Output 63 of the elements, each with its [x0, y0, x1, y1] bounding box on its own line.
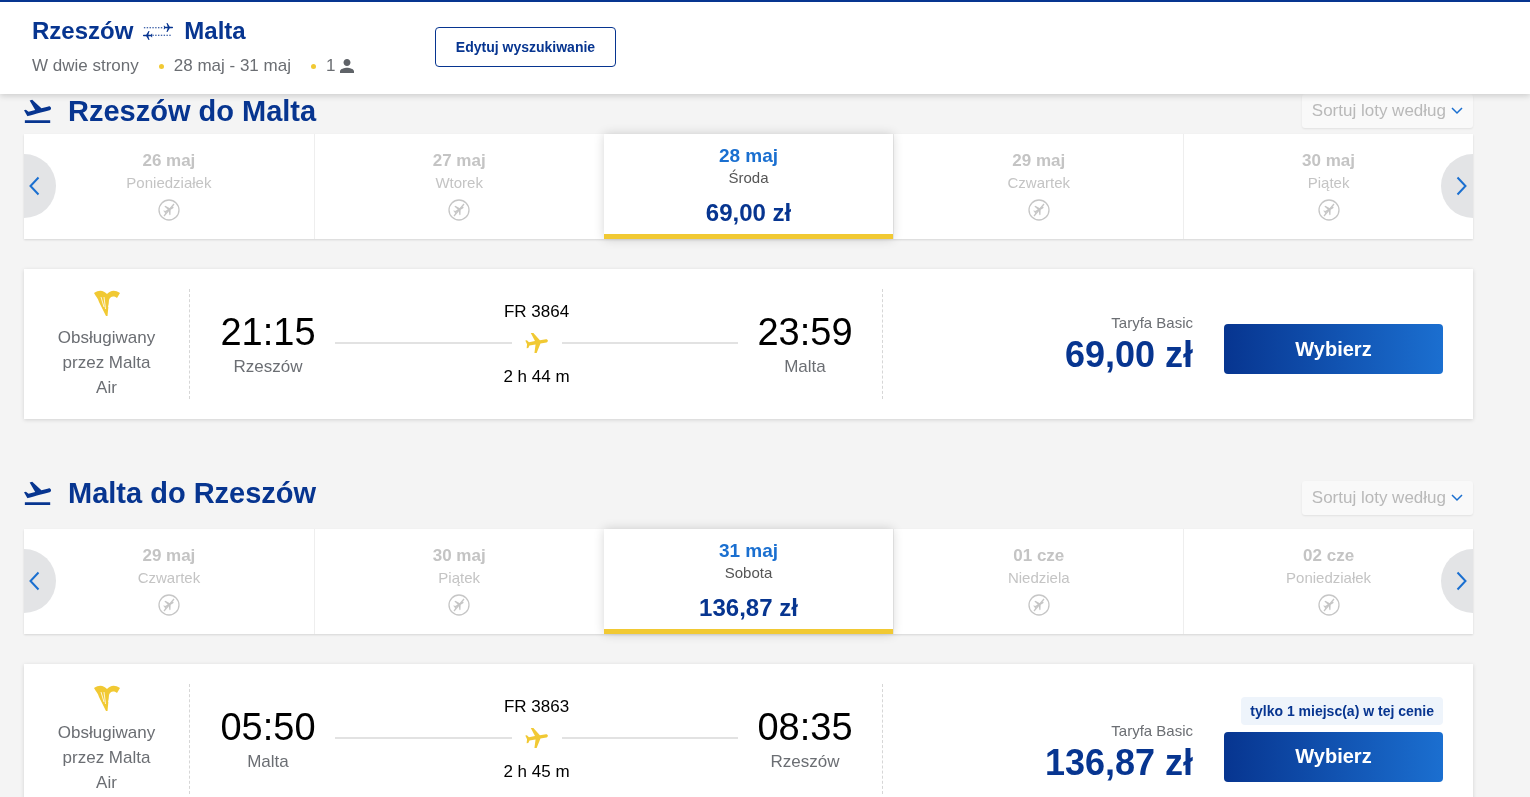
date-tab[interactable]: 29 maj Czwartek [893, 134, 1184, 239]
section-title: Malta do Rzeszów [68, 477, 317, 509]
no-flights-icon [1317, 594, 1340, 616]
flight-price: 136,87 zł [1044, 740, 1193, 785]
departure-city: Malta [247, 751, 289, 773]
arrival-city: Malta [784, 356, 826, 378]
flight-number: FR 3864 [503, 300, 570, 323]
arrival-time: 08:35 [757, 705, 853, 749]
chevron-right-icon [1456, 176, 1467, 196]
edit-search-button[interactable]: Edytuj wyszukiwanie [435, 27, 616, 67]
date-tab[interactable]: 31 maj Sobota 136,87 zł [603, 529, 894, 634]
date-tab[interactable]: 27 maj Wtorek [313, 134, 604, 239]
departure-city: Rzeszów [233, 356, 303, 378]
date-tab[interactable]: 02 cze Poniedziałek [1183, 529, 1473, 634]
bullet-icon [310, 63, 316, 69]
operator-text: Obsługiwany przez Malta Air [56, 721, 157, 794]
bullet-icon [158, 63, 164, 69]
destination-city: Malta [184, 16, 246, 46]
flight-duration: 2 h 45 m [503, 760, 570, 783]
date-tab[interactable]: 26 maj Poniedziałek [24, 134, 314, 239]
chevron-down-icon [1451, 107, 1463, 115]
fare-name: Taryfa Basic [1111, 721, 1193, 740]
select-button[interactable]: Wybierz [1224, 731, 1443, 782]
passenger-count: 1 [325, 55, 336, 77]
no-flights-icon [1027, 199, 1050, 221]
no-flights-icon [157, 594, 180, 616]
sort-dropdown[interactable]: Sortuj loty według [1301, 481, 1473, 515]
plane-takeoff-icon [24, 99, 52, 123]
harp-logo-icon [92, 288, 121, 317]
section-title: Rzeszów do Malta [68, 95, 317, 127]
date-tab[interactable]: 29 maj Czwartek [24, 529, 314, 634]
chevron-left-icon [29, 571, 40, 591]
trip-type: W dwie strony [32, 55, 139, 77]
travel-dates: 28 maj - 31 maj [173, 55, 291, 77]
sort-dropdown[interactable]: Sortuj loty według [1301, 94, 1473, 128]
no-flights-icon [448, 199, 471, 221]
harp-logo-icon [92, 683, 121, 712]
fare-name: Taryfa Basic [1111, 314, 1193, 332]
no-flights-icon [448, 594, 471, 616]
chevron-left-icon [29, 176, 40, 196]
date-tab[interactable]: 28 maj Środa 69,00 zł [603, 134, 894, 239]
date-tab[interactable]: 30 maj Piątek [313, 529, 604, 634]
chevron-right-icon [1456, 571, 1467, 591]
arrival-city: Rzeszów [770, 751, 840, 773]
no-flights-icon [1027, 594, 1050, 616]
departure-time: 21:15 [220, 310, 316, 354]
plane-takeoff-icon [24, 481, 52, 505]
date-tab[interactable]: 30 maj Piątek [1183, 134, 1473, 239]
person-icon [340, 59, 355, 73]
origin-city: Rzeszów [32, 16, 134, 46]
seats-left-badge: tylko 1 miejsc(a) w tej cenie [1241, 696, 1443, 725]
flight-duration: 2 h 44 m [503, 365, 570, 388]
operator-text: Obsługiwany przez Malta Air [56, 326, 157, 399]
select-button[interactable]: Wybierz [1224, 324, 1443, 374]
date-tab[interactable]: 01 cze Niedziela [893, 529, 1184, 634]
departure-time: 05:50 [220, 705, 316, 749]
no-flights-icon [1317, 199, 1340, 221]
chevron-down-icon [1451, 494, 1463, 502]
arrival-time: 23:59 [757, 310, 853, 354]
no-flights-icon [157, 199, 180, 221]
flight-number: FR 3863 [503, 695, 570, 718]
flight-price: 69,00 zł [1064, 333, 1193, 377]
two-planes-icon [142, 22, 175, 40]
